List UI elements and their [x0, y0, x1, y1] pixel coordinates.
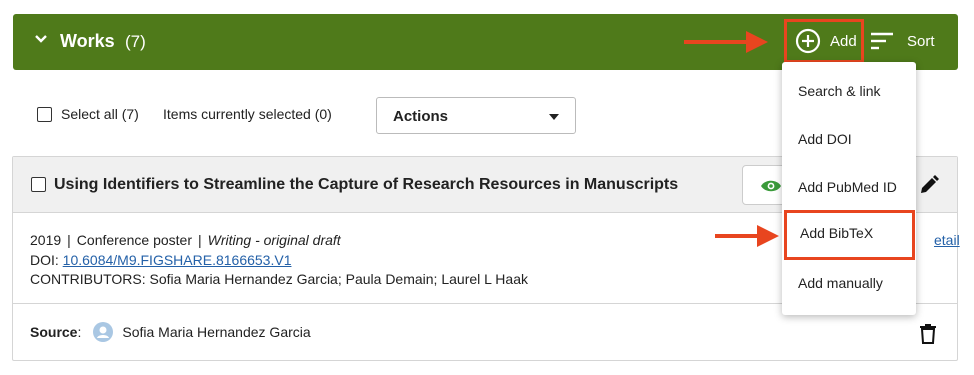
select-all[interactable]: Select all (7): [37, 106, 139, 122]
actions-dropdown[interactable]: Actions: [376, 97, 576, 134]
add-menu: Search & link Add DOI Add PubMed ID Add …: [782, 62, 916, 315]
select-all-label: Select all (7): [61, 106, 139, 122]
work-checkbox[interactable]: [31, 177, 46, 192]
user-avatar-icon: [93, 322, 114, 342]
work-title: Using Identifiers to Streamline the Capt…: [54, 176, 679, 193]
source-label: Source: [30, 324, 78, 340]
work-details: 2019 | Conference poster | Writing - origina…: [30, 231, 528, 290]
add-button-label: Add: [830, 32, 857, 50]
select-all-checkbox[interactable]: [37, 106, 52, 122]
arrow-right-icon: [684, 31, 768, 53]
works-title: Works: [60, 31, 115, 51]
plus-circle-icon: [795, 28, 821, 54]
items-selected-text: Items currently selected (0): [163, 106, 332, 122]
menu-item-add-doi[interactable]: Add DOI: [782, 116, 916, 164]
source-line: Source: Sofia Maria Hernandez Garcia: [30, 322, 311, 342]
work-role: Writing - original draft: [207, 232, 341, 248]
sort-button-label: Sort: [907, 32, 935, 50]
doi-link[interactable]: 10.6084/M9.FIGSHARE.8166653.V1: [63, 252, 292, 268]
eye-icon: [761, 180, 781, 192]
works-count: (7): [125, 32, 146, 51]
add-button[interactable]: Add: [784, 19, 864, 63]
menu-item-add-manually[interactable]: Add manually: [782, 260, 916, 308]
menu-item-search-link[interactable]: Search & link: [782, 68, 916, 116]
works-toolbar: Select all (7) Items currently selected …: [37, 97, 597, 134]
work-meta: 2019 | Conference poster | Writing - origina…: [30, 232, 341, 248]
chevron-down-icon[interactable]: [34, 34, 48, 44]
source-name: Sofia Maria Hernandez Garcia: [122, 324, 311, 340]
sort-icon: [871, 32, 893, 50]
menu-item-add-bibtex[interactable]: Add BibTeX: [784, 210, 915, 260]
contributors-line: CONTRIBUTORS: Sofia Maria Hernandez Garc…: [30, 270, 528, 290]
doi-line: DOI: 10.6084/M9.FIGSHARE.8166653.V1: [30, 251, 528, 271]
contributors-value: Sofia Maria Hernandez Garcia; Paula Dema…: [149, 271, 528, 287]
arrow-right-icon: [715, 225, 779, 247]
sort-button[interactable]: Sort: [870, 31, 935, 51]
doi-label: DOI:: [30, 251, 59, 268]
trash-icon[interactable]: [920, 324, 936, 344]
work-year: 2019: [30, 232, 62, 248]
show-details-link[interactable]: etail: [934, 232, 960, 248]
contributors-label: CONTRIBUTORS:: [30, 271, 146, 287]
menu-item-add-pubmed[interactable]: Add PubMed ID: [782, 164, 916, 212]
pencil-icon[interactable]: [919, 175, 939, 195]
work-type: Conference poster: [76, 232, 192, 248]
actions-label: Actions: [393, 108, 449, 125]
caret-down-icon: [549, 114, 559, 120]
